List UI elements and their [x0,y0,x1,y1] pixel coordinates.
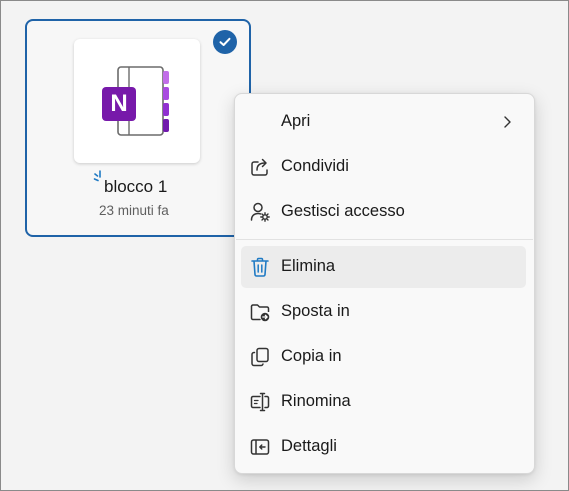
menu-item-open[interactable]: Apri [241,101,526,143]
menu-item-delete[interactable]: Elimina [241,246,526,288]
selected-checkmark-icon[interactable] [213,30,237,54]
menu-item-move-to[interactable]: Sposta in [241,291,526,333]
menu-item-label: Sposta in [281,302,350,320]
menu-item-label: Copia in [281,347,342,365]
menu-item-copy-to[interactable]: Copia in [241,336,526,378]
menu-item-share[interactable]: Condividi [241,146,526,188]
menu-item-label: Elimina [281,257,336,275]
menu-item-label: Condividi [281,157,349,175]
trash-icon [251,257,269,277]
file-modified-time: 23 minuti fa [99,203,169,218]
file-thumbnail[interactable]: N [74,39,200,163]
menu-item-manage-access[interactable]: Gestisci accesso [241,191,526,233]
rename-icon [250,392,270,412]
file-name[interactable]: blocco 1 [104,177,167,197]
menu-separator [236,239,533,240]
onenote-notebook-icon [102,66,169,136]
menu-item-label: Dettagli [281,437,337,455]
manage-access-icon [250,202,270,222]
onenote-app-letter: N [110,90,128,117]
menu-item-label: Gestisci accesso [281,202,405,220]
copy-icon [251,347,269,367]
menu-item-label: Apri [281,112,311,130]
menu-item-rename[interactable]: Rinomina [241,381,526,423]
menu-item-details[interactable]: Dettagli [241,426,526,468]
share-icon [251,158,268,176]
details-pane-icon [250,439,270,455]
move-to-folder-icon [250,304,270,322]
chevron-right-icon [504,116,511,128]
menu-item-label: Rinomina [281,392,351,410]
context-menu: Apri Condividi Gestisci accesso Elimina [234,93,535,474]
